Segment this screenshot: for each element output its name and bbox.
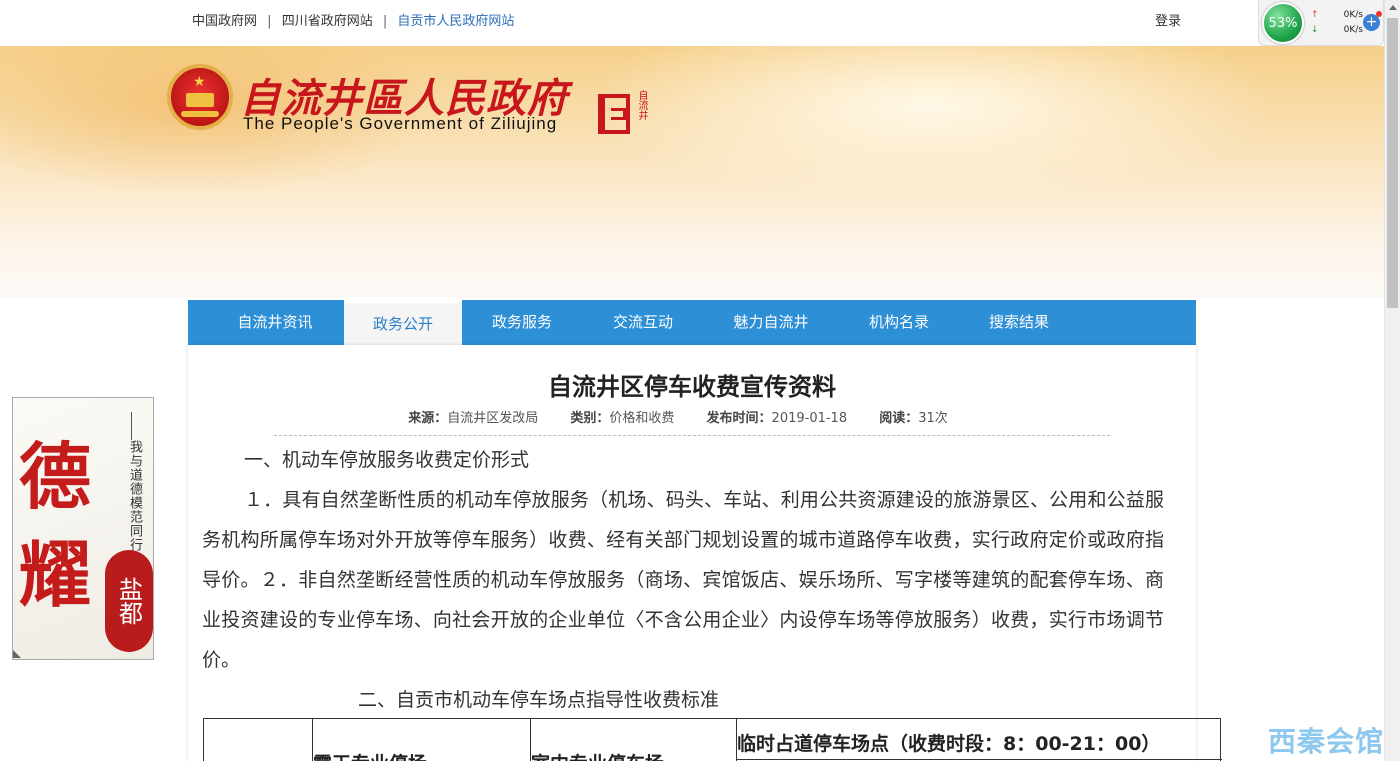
emblem-base-shape: [181, 111, 219, 117]
category-value: 价格和收费: [609, 411, 675, 426]
article-panel: 自流井区停车收费宣传资料 来源：自流井区发改局 类别：价格和收费 发布时间：20…: [188, 345, 1196, 761]
district-seal-text: 自流井: [636, 90, 647, 120]
nav-item-gov-affairs-open[interactable]: 政务公开: [344, 300, 462, 345]
date-value: 2019-01-18: [771, 411, 848, 426]
table-header-cell: 露天专业停场: [313, 719, 531, 761]
nav-item-interaction[interactable]: 交流互动: [582, 300, 704, 345]
upload-speed-value: 0K/s: [1343, 10, 1363, 20]
scrollbar-thumb[interactable]: [1387, 18, 1398, 308]
article-title: 自流井区停车收费宣传资料: [548, 373, 836, 401]
link-gov-cn[interactable]: 中国政府网: [192, 14, 257, 29]
table-header-indoor: 室内专业停车场: [531, 749, 664, 761]
source-value: 自流井区发改局: [447, 411, 539, 426]
nav-item-news[interactable]: 自流井资讯: [206, 300, 344, 345]
reads-label: 阅读：: [879, 411, 919, 426]
date-label: 发布时间：: [706, 411, 772, 426]
reads-value: 31次: [918, 411, 948, 426]
external-links: 中国政府网 | 四川省政府网站 | 自贡市人民政府网站: [192, 10, 520, 29]
table-subheader-line: [737, 759, 1222, 760]
notification-dot-icon: [1376, 11, 1382, 17]
category-label: 类别：: [570, 411, 610, 426]
separator: |: [267, 14, 272, 29]
section-heading-1: 一、机动车停放服务收费定价形式: [244, 449, 530, 471]
net-speed-widget[interactable]: 53% ↑ 0K/s ↓ 0K/s +: [1258, 0, 1384, 46]
ad-slogan: 我与道德模范同行: [127, 440, 142, 552]
table-header-cell: 临时占道停车场点（收费时段：8：00-21：00）: [737, 719, 1222, 761]
fee-table: 露天专业停场 室内专业停车场 临时占道停车场点（收费时段：8：00-21：00）: [203, 718, 1222, 761]
banner-glow: [580, 46, 1280, 206]
main-nav: 自流井资讯 政务公开 政务服务 交流互动 魅力自流井 机构名录 搜索结果: [188, 300, 1196, 345]
upload-speed: ↑ 0K/s: [1311, 10, 1363, 20]
top-links-bar: 中国政府网 | 四川省政府网站 | 自贡市人民政府网站 登录: [0, 0, 1384, 46]
separator: |: [382, 14, 388, 29]
section-heading-2: 二、自贡市机动车停车场点指导性收费标准: [358, 689, 720, 711]
upload-arrow-icon: ↑: [1311, 10, 1319, 20]
scroll-up-arrow-icon[interactable]: [1389, 5, 1397, 10]
emblem-gate-shape: [186, 93, 214, 107]
site-title-en: The People's Government of Ziliujing: [243, 114, 558, 133]
ad-stamp: 盐都: [105, 550, 153, 652]
ad-char-de: 德: [19, 434, 92, 519]
download-speed-value: 0K/s: [1343, 25, 1363, 35]
header-banner: ★ 自流井區人民政府 The People's Government of Zi…: [0, 46, 1384, 298]
nav-item-search-results[interactable]: 搜索结果: [960, 300, 1078, 345]
table-header-cell: 室内专业停车场: [531, 719, 737, 761]
table-header-cell: [204, 719, 313, 761]
emblem-star-icon: ★: [193, 74, 206, 90]
vertical-scrollbar[interactable]: [1384, 0, 1400, 761]
side-floating-ad[interactable]: 德 耀 我与道德模范同行 盐都: [12, 397, 154, 660]
district-seal-icon: [598, 94, 630, 134]
watermark: 西秦会馆: [1268, 725, 1385, 758]
ad-char-yao: 耀: [19, 532, 92, 617]
link-sichuan-gov[interactable]: 四川省政府网站: [282, 14, 373, 29]
table-header-outdoor: 露天专业停场: [313, 749, 427, 761]
memory-usage-ball[interactable]: 53%: [1262, 2, 1304, 44]
login-link[interactable]: 登录: [1155, 10, 1181, 29]
link-zigong-gov[interactable]: 自贡市人民政府网站: [397, 14, 514, 29]
download-speed: ↓ 0K/s: [1311, 25, 1363, 35]
nav-item-charm[interactable]: 魅力自流井: [704, 300, 838, 345]
national-emblem-icon: ★: [167, 64, 233, 130]
article-meta: 来源：自流井区发改局 类别：价格和收费 发布时间：2019-01-18 阅读：3…: [188, 407, 1196, 426]
ad-dash-line: [131, 412, 132, 440]
source-label: 来源：: [408, 411, 448, 426]
article-paragraph: １．具有自然垄断性质的机动车停放服务（机场、码头、车站、利用公共资源建设的旅游景…: [202, 489, 1164, 671]
resize-corner-icon: [13, 650, 21, 658]
table-header-temporary: 临时占道停车场点（收费时段：8：00-21：00）: [737, 733, 1161, 755]
meta-divider: [274, 435, 1110, 436]
nav-item-gov-services[interactable]: 政务服务: [462, 300, 582, 345]
nav-item-directory[interactable]: 机构名录: [838, 300, 960, 345]
download-arrow-icon: ↓: [1311, 25, 1319, 35]
